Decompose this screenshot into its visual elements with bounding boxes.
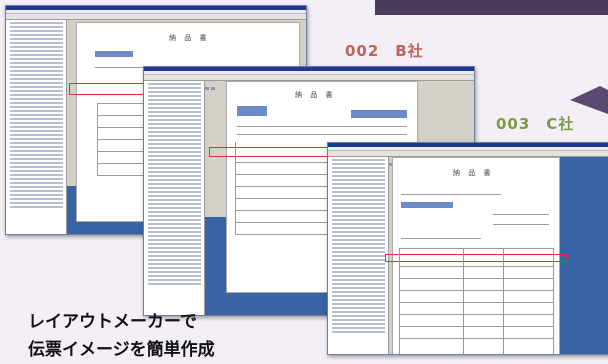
arrow-icon xyxy=(570,86,608,114)
company-b-label: 002 B社 xyxy=(345,42,424,60)
header-band xyxy=(375,0,608,15)
caption-line-2: 伝票イメージを簡単作成 xyxy=(28,340,215,360)
company-c-label: 003 C社 xyxy=(496,115,575,133)
company-field xyxy=(351,110,407,118)
customer-field xyxy=(237,106,267,116)
slip-sheet[interactable]: 納 品 書 xyxy=(385,157,567,354)
highlight-row xyxy=(385,254,567,262)
slip-title: 納 品 書 xyxy=(169,34,210,42)
slip-title: 納 品 書 xyxy=(453,169,494,177)
customer-field xyxy=(401,202,453,208)
caption-line-1: レイアウトメーカーで xyxy=(28,312,197,332)
field-tree[interactable] xyxy=(328,157,389,354)
customer-field xyxy=(95,51,133,57)
app-window-c: 納 品 書 xyxy=(327,142,608,355)
field-tree[interactable] xyxy=(144,81,205,315)
caption: レイアウトメーカーで 伝票イメージを簡単作成 xyxy=(28,308,215,364)
field-tree[interactable] xyxy=(6,20,67,234)
slip-title: 納 品 書 xyxy=(295,91,336,99)
